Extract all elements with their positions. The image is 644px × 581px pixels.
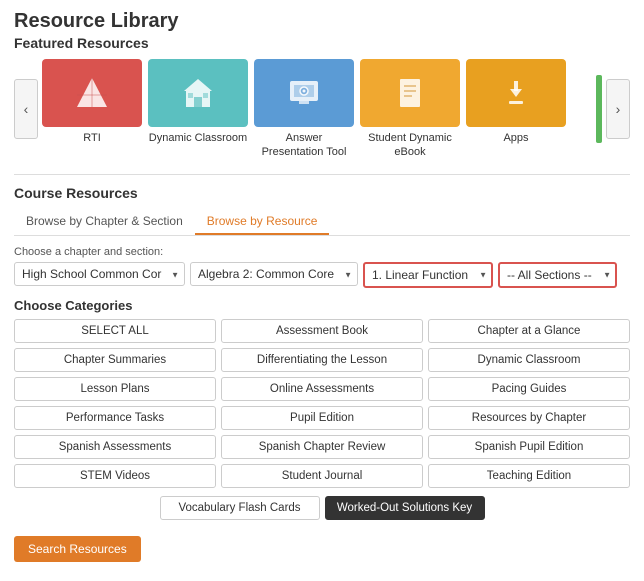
categories-label: Choose Categories xyxy=(14,298,630,313)
category-btn-chapter-at-a-glance[interactable]: Chapter at a Glance xyxy=(428,319,630,343)
course-wrapper: Algebra 2: Common Core xyxy=(190,262,358,288)
category-btn-pacing-guides[interactable]: Pacing Guides xyxy=(428,377,630,401)
resource-card-label-ebook: Student Dynamic eBook xyxy=(360,131,460,160)
green-progress-bar xyxy=(596,75,602,143)
school-level-select[interactable]: High School Common Cor xyxy=(14,262,185,286)
category-btn-lesson-plans[interactable]: Lesson Plans xyxy=(14,377,216,401)
category-btn-student-journal[interactable]: Student Journal xyxy=(221,464,423,488)
resource-card-label-rti: RTI xyxy=(83,131,101,145)
category-btn-stem-videos[interactable]: STEM Videos xyxy=(14,464,216,488)
category-btn-performance-tasks[interactable]: Performance Tasks xyxy=(14,406,216,430)
search-resources-button[interactable]: Search Resources xyxy=(14,536,141,562)
school-level-wrapper: High School Common Cor xyxy=(14,262,185,288)
category-btn-differentiating-the-lesson[interactable]: Differentiating the Lesson xyxy=(221,348,423,372)
tabs-row: Browse by Chapter & Section Browse by Re… xyxy=(14,209,630,236)
selectors-row: High School Common Cor Algebra 2: Common… xyxy=(14,262,630,288)
course-select[interactable]: Algebra 2: Common Core xyxy=(190,262,358,286)
resource-card-apps[interactable]: Apps xyxy=(466,59,566,160)
categories-grid: SELECT ALLAssessment BookChapter at a Gl… xyxy=(14,319,630,488)
chapter-select[interactable]: 1. Linear Function xyxy=(363,262,493,288)
category-btn-teaching-edition[interactable]: Teaching Edition xyxy=(428,464,630,488)
bottom-row: Vocabulary Flash CardsWorked-Out Solutio… xyxy=(14,496,630,520)
category-btn-dynamic-classroom[interactable]: Dynamic Classroom xyxy=(428,348,630,372)
category-btn-select-all[interactable]: SELECT ALL xyxy=(14,319,216,343)
tab-by-resource[interactable]: Browse by Resource xyxy=(195,209,330,235)
category-btn-spanish-chapter-review[interactable]: Spanish Chapter Review xyxy=(221,435,423,459)
page-title: Resource Library xyxy=(14,10,630,33)
tab-chapter-section[interactable]: Browse by Chapter & Section xyxy=(14,209,195,235)
resource-card-icon-apps xyxy=(466,59,566,127)
selectors-label: Choose a chapter and section: xyxy=(14,246,630,258)
bottom-btn-vocab[interactable]: Vocabulary Flash Cards xyxy=(160,496,320,520)
course-resources-title: Course Resources xyxy=(14,185,630,201)
featured-title: Featured Resources xyxy=(14,35,630,51)
carousel-next-button[interactable]: › xyxy=(606,79,630,139)
resource-card-icon-dynamic xyxy=(148,59,248,127)
resource-card-dynamic-classroom[interactable]: Dynamic Classroom xyxy=(148,59,248,160)
category-btn-chapter-summaries[interactable]: Chapter Summaries xyxy=(14,348,216,372)
resource-card-label-answer: Answer Presentation Tool xyxy=(254,131,354,160)
category-btn-spanish-assessments[interactable]: Spanish Assessments xyxy=(14,435,216,459)
carousel: ‹ RTI xyxy=(14,59,630,160)
resource-card-icon-ebook xyxy=(360,59,460,127)
course-resources-section: Course Resources Browse by Chapter & Sec… xyxy=(14,174,630,562)
category-btn-spanish-pupil-edition[interactable]: Spanish Pupil Edition xyxy=(428,435,630,459)
resource-card-ebook[interactable]: Student Dynamic eBook xyxy=(360,59,460,160)
section-wrapper: -- All Sections -- xyxy=(498,262,617,288)
resource-card-icon-rti xyxy=(42,59,142,127)
carousel-prev-button[interactable]: ‹ xyxy=(14,79,38,139)
section-select[interactable]: -- All Sections -- xyxy=(498,262,617,288)
carousel-items: RTI Dynamic Classroom xyxy=(42,59,592,160)
resource-card-answer-presentation[interactable]: Answer Presentation Tool xyxy=(254,59,354,160)
category-btn-online-assessments[interactable]: Online Assessments xyxy=(221,377,423,401)
category-btn-assessment-book[interactable]: Assessment Book xyxy=(221,319,423,343)
category-btn-pupil-edition[interactable]: Pupil Edition xyxy=(221,406,423,430)
resource-card-rti[interactable]: RTI xyxy=(42,59,142,160)
chapter-wrapper: 1. Linear Function xyxy=(363,262,493,288)
bottom-btn-worked-out[interactable]: Worked-Out Solutions Key xyxy=(325,496,485,520)
category-btn-resources-by-chapter[interactable]: Resources by Chapter xyxy=(428,406,630,430)
resource-card-icon-answer xyxy=(254,59,354,127)
resource-card-label-dynamic: Dynamic Classroom xyxy=(149,131,247,145)
resource-card-label-apps: Apps xyxy=(503,131,528,145)
